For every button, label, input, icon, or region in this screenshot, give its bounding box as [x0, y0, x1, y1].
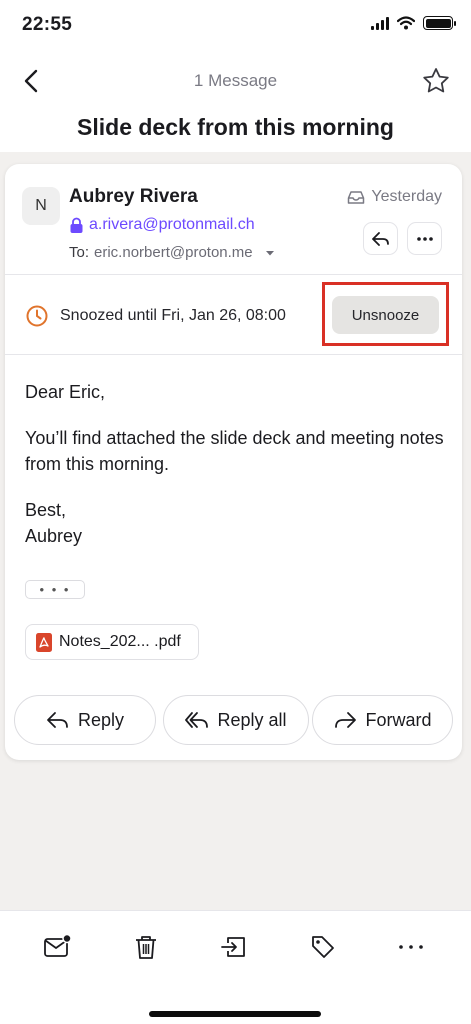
sender-email-row: a.rivera@protonmail.ch — [69, 216, 255, 234]
snooze-status: Snoozed until Fri, Jan 26, 08:00 — [60, 307, 286, 324]
chevron-down-icon[interactable] — [264, 247, 276, 259]
body-signoff: Best, — [25, 500, 67, 520]
body-signature: Aubrey — [25, 526, 83, 546]
reply-button[interactable]: Reply — [14, 695, 156, 745]
top-bar: 22:55 1 Message Slide deck from this mor… — [0, 0, 471, 152]
status-icons — [371, 16, 456, 30]
lock-icon — [70, 217, 83, 233]
reply-all-icon — [185, 712, 209, 728]
pdf-icon — [36, 632, 52, 652]
reply-label: Reply — [77, 709, 125, 730]
message-date: Yesterday — [371, 188, 442, 205]
more-options-button[interactable] — [407, 222, 442, 255]
reply-all-button[interactable]: Reply all — [163, 695, 309, 745]
mark-unread-icon[interactable] — [43, 933, 71, 961]
message-body: Dear Eric, You’ll find attached the slid… — [25, 379, 445, 549]
reply-icon — [371, 231, 389, 246]
message-count: 1 Message — [193, 71, 278, 90]
move-to-folder-icon[interactable] — [220, 933, 248, 961]
wifi-icon — [397, 16, 415, 30]
cellular-signal-icon — [371, 16, 389, 30]
sender-email[interactable]: a.rivera@protonmail.ch — [89, 216, 255, 234]
body-paragraph: You’ll find attached the slide deck and … — [25, 428, 444, 474]
status-time: 22:55 — [22, 14, 73, 35]
divider — [5, 274, 462, 275]
recipient-address: eric.norbert@proton.me — [94, 244, 253, 261]
home-indicator[interactable] — [149, 1011, 321, 1017]
message-card: N Aubrey Rivera a.rivera@protonmail.ch T… — [5, 164, 462, 760]
inbox-icon — [348, 191, 365, 204]
attachment-chip[interactable]: Notes_202... .pdf — [25, 624, 199, 660]
more-horizontal-icon[interactable] — [397, 933, 425, 961]
bottom-toolbar — [0, 910, 471, 1024]
recipients-row[interactable]: To: eric.norbert@proton.me — [69, 244, 276, 261]
forward-button[interactable]: Forward — [312, 695, 453, 745]
battery-icon — [423, 16, 456, 30]
forward-label: Forward — [365, 709, 432, 730]
message-date-row: Yesterday — [347, 188, 442, 206]
clock-icon — [26, 305, 48, 327]
trash-icon[interactable] — [132, 933, 160, 961]
body-greeting: Dear Eric, — [25, 382, 106, 402]
label-tag-icon[interactable] — [309, 933, 337, 961]
to-label: To: — [69, 244, 90, 261]
forward-icon — [335, 712, 357, 728]
show-quoted-button[interactable]: • • • — [25, 580, 85, 599]
reply-all-label: Reply all — [217, 709, 287, 730]
attachment-name: Notes_202... .pdf — [59, 633, 181, 650]
sender-name[interactable]: Aubrey Rivera — [69, 186, 198, 208]
avatar: N — [22, 187, 60, 225]
star-icon[interactable] — [421, 66, 451, 96]
reply-icon — [47, 712, 68, 728]
more-horizontal-icon — [416, 236, 433, 241]
quick-reply-button[interactable] — [363, 222, 398, 255]
divider — [5, 354, 462, 355]
unsnooze-button[interactable]: Unsnooze — [332, 296, 439, 334]
message-subject: Slide deck from this morning — [77, 114, 394, 140]
